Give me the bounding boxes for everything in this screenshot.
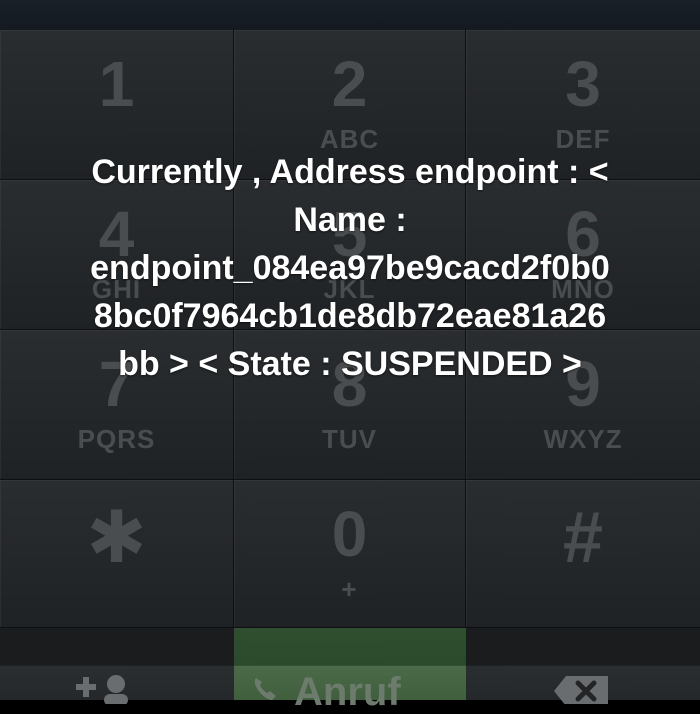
key-letters: WXYZ (543, 424, 623, 454)
overlay-line: endpoint_084ea97be9cacd2f0b0 (90, 249, 610, 287)
key-star[interactable]: ✱ (0, 480, 234, 628)
call-label: Anruf (294, 670, 401, 714)
key-digit: 0 (331, 498, 368, 570)
add-contact-button[interactable] (0, 628, 234, 704)
status-overlay-message: Currently , Address endpoint : < Name : … (20, 148, 680, 388)
key-letters: + (341, 574, 358, 604)
key-digit: 2 (331, 48, 368, 120)
action-bar: Anruf (0, 628, 700, 712)
hash-icon: # (562, 498, 604, 578)
key-digit: 3 (565, 48, 601, 120)
overlay-line: 8bc0f7964cb1de8db72eae81a26 (93, 297, 607, 335)
star-icon: ✱ (86, 498, 147, 578)
overlay-line: Currently , Address endpoint : < (91, 153, 609, 191)
number-display (0, 0, 700, 31)
overlay-line: Name : (293, 201, 407, 239)
overlay-line: bb > < State : SUSPENDED > (118, 345, 582, 383)
key-digit: 1 (98, 48, 135, 120)
key-0[interactable]: 0 + (234, 480, 466, 628)
key-hash[interactable]: # (466, 480, 700, 628)
key-letters: TUV (322, 424, 377, 454)
key-letters: PQRS (77, 424, 156, 454)
delete-button[interactable] (466, 628, 700, 704)
call-button[interactable]: Anruf (234, 628, 466, 712)
